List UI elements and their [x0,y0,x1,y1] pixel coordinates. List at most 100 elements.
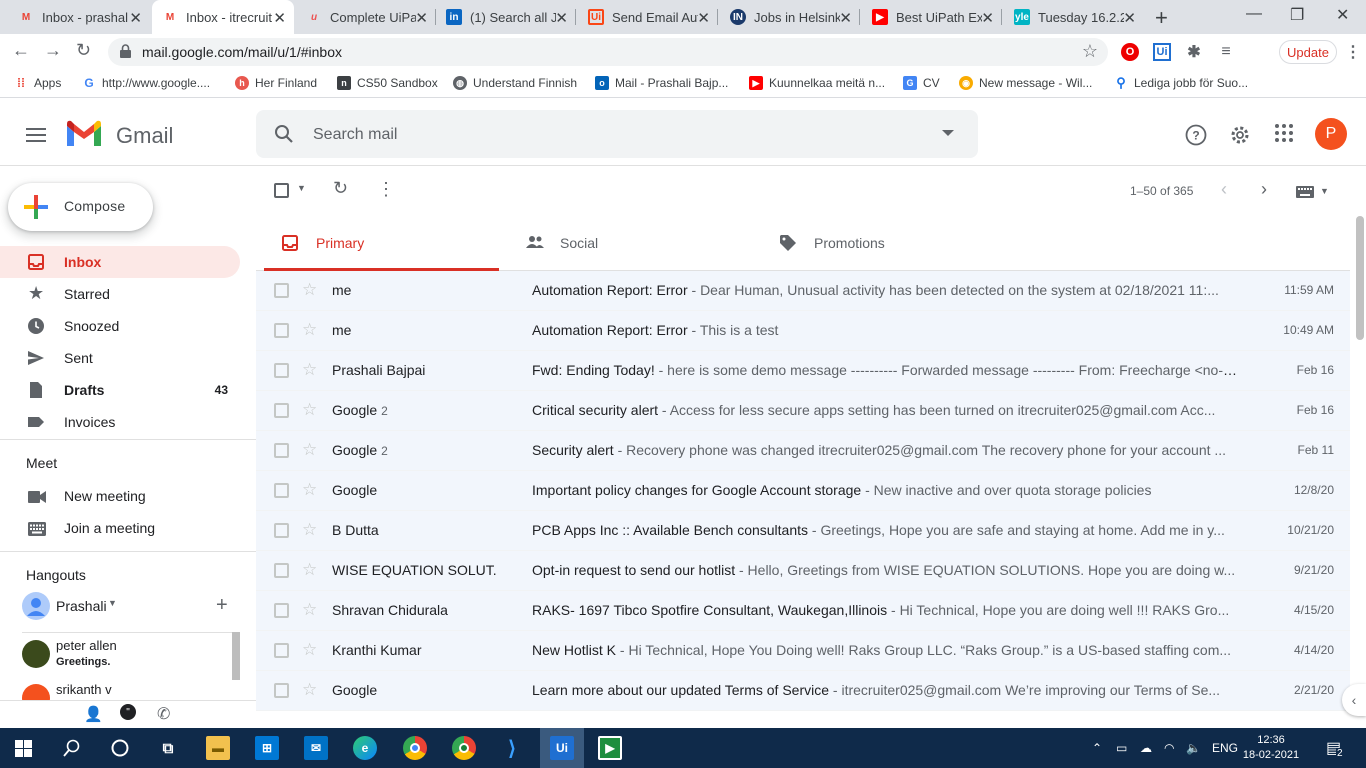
bookmark-lediga-jobb[interactable]: ⚲ Lediga jobb för Suo... [1114,75,1248,90]
close-tab-icon[interactable]: ✕ [839,9,852,27]
person-icon[interactable]: 👤 [84,705,103,723]
new-tab-icon[interactable]: + [1155,5,1168,31]
close-tab-icon[interactable]: ✕ [981,9,994,27]
email-row[interactable]: ☆ Prashali Bajpai Fwd: Ending Today! - h… [256,351,1350,391]
row-checkbox[interactable] [274,643,289,658]
browser-tab[interactable]: in (1) Search all Jobs ✕ [436,0,576,34]
cortana-icon[interactable] [111,739,129,757]
chrome-profile-icon[interactable] [452,736,476,760]
google-apps-icon[interactable] [1275,124,1293,142]
minimize-icon[interactable]: — [1246,5,1262,23]
star-icon[interactable]: ☆ [302,560,317,580]
email-row[interactable]: ☆ Google 2 Critical security alert - Acce… [256,391,1350,431]
bookmark-cv[interactable]: G CV [903,76,940,90]
star-icon[interactable]: ☆ [302,360,317,380]
select-dropdown-icon[interactable]: ▼ [297,183,306,193]
star-icon[interactable]: ☆ [302,640,317,660]
store-icon[interactable]: ⊞ [255,736,279,760]
hangouts-contact[interactable]: srikanth v [22,680,232,700]
file-explorer-icon[interactable]: ▬ [206,736,230,760]
reload-icon[interactable]: ↻ [76,40,91,61]
row-checkbox[interactable] [274,563,289,578]
edge-icon[interactable]: e [353,736,377,760]
input-tools-dropdown-icon[interactable]: ▼ [1320,186,1329,196]
newer-page-icon[interactable]: ‹ [1221,179,1227,200]
select-all-checkbox[interactable] [274,183,289,198]
browser-tab[interactable]: M Inbox - prashali ✕ [8,0,150,34]
uipath-studio-icon[interactable]: Ui [550,736,574,760]
account-avatar[interactable]: P [1315,118,1347,150]
email-row[interactable]: ☆ me Automation Report: Error - This is … [256,311,1350,351]
row-checkbox[interactable] [274,483,289,498]
refresh-icon[interactable]: ↻ [333,178,348,199]
uipath-extension-icon[interactable]: Ui [1153,43,1171,61]
close-tab-icon[interactable]: ✕ [415,9,428,27]
close-window-icon[interactable]: ✕ [1336,5,1349,25]
opera-extension-icon[interactable]: O [1121,43,1139,61]
star-icon[interactable]: ☆ [302,320,317,340]
volume-icon[interactable]: 🔈 [1186,741,1201,755]
bookmark-mail-prashali[interactable]: o Mail - Prashali Bajp... [595,76,728,90]
hangouts-contact[interactable]: peter allen Greetings. [22,638,232,672]
star-icon[interactable]: ☆ [302,440,317,460]
star-icon[interactable]: ☆ [302,400,317,420]
email-row[interactable]: ☆ B Dutta PCB Apps Inc :: Available Benc… [256,511,1350,551]
main-scrollbar[interactable] [1354,214,1366,728]
star-icon[interactable]: ☆ [302,520,317,540]
row-checkbox[interactable] [274,523,289,538]
row-checkbox[interactable] [274,683,289,698]
star-icon[interactable]: ☆ [302,600,317,620]
close-tab-icon[interactable]: ✕ [129,9,142,27]
row-checkbox[interactable] [274,403,289,418]
address-bar[interactable]: mail.google.com/mail/u/1/#inbox ☆ [108,38,1108,66]
sidebar-item-starred[interactable]: ★ Starred [0,278,240,310]
chevron-down-icon[interactable]: ▼ [108,598,117,608]
forward-icon[interactable]: → [44,40,62,61]
settings-gear-icon[interactable] [1229,124,1251,146]
back-icon[interactable]: ← [12,40,30,61]
row-checkbox[interactable] [274,603,289,618]
bookmark-her-finland[interactable]: h Her Finland [235,76,317,90]
email-row[interactable]: ☆ Kranthi Kumar New Hotlist K - Hi Techn… [256,631,1350,671]
task-view-icon[interactable]: ⧉ [156,736,180,760]
restore-icon[interactable]: ❐ [1290,5,1304,25]
browser-tab[interactable]: u Complete UiPath ✕ [296,0,436,34]
email-row[interactable]: ☆ Google 2 Security alert - Recovery phon… [256,431,1350,471]
windows-start-icon[interactable] [15,740,32,757]
sidebar-item-invoices[interactable]: Invoices [0,406,240,438]
tray-overflow-icon[interactable]: ⌃ [1092,741,1102,755]
search-icon[interactable] [63,739,81,757]
update-button[interactable]: Update [1279,40,1337,64]
more-options-icon[interactable]: ⋮ [377,179,395,200]
star-icon[interactable]: ☆ [302,480,317,500]
sidebar-item-inbox[interactable]: Inbox [0,246,240,278]
vscode-icon[interactable]: ⟩ [500,736,524,760]
input-tools-keyboard-icon[interactable] [1296,186,1314,198]
scrollbar-thumb[interactable] [1356,216,1364,340]
show-side-panel-icon[interactable]: ‹ [1342,684,1366,716]
tab-primary[interactable]: Primary [264,216,499,271]
wifi-icon[interactable]: ◠ [1164,741,1174,755]
cloud-icon[interactable]: ☁ [1140,741,1152,755]
search-icon[interactable] [274,124,294,144]
bookmark-youtube[interactable]: ▶ Kuunnelkaa meitä n... [749,76,885,90]
close-tab-icon[interactable]: ✕ [697,9,710,27]
close-tab-icon[interactable]: ✕ [273,9,286,27]
close-tab-icon[interactable]: ✕ [1123,9,1136,27]
phone-icon[interactable]: ✆ [157,704,170,724]
older-page-icon[interactable]: › [1261,179,1267,200]
email-row[interactable]: ☆ Google Learn more about our updated Te… [256,671,1350,711]
row-checkbox[interactable] [274,283,289,298]
uipath-assistant-icon[interactable]: ▶ [598,736,622,760]
hangouts-user[interactable]: Prashali ▼ + [22,592,242,620]
chrome-icon[interactable] [403,736,427,760]
sidebar-item-sent[interactable]: Sent [0,342,240,374]
browser-tab[interactable]: IN Jobs in Helsinki ✕ [720,0,860,34]
extensions-puzzle-icon[interactable]: ✱ [1185,43,1203,61]
hangouts-chat-icon[interactable]: " [120,704,136,720]
clock[interactable]: 12:36 18-02-2021 [1240,733,1302,763]
bookmark-finnish[interactable]: ◍ Understand Finnish [453,76,577,90]
main-menu-icon[interactable] [26,128,46,146]
browser-tab[interactable]: yle Tuesday 16.2.2 ✕ [1004,0,1144,34]
browser-tab[interactable]: ▶ Best UiPath Exp ✕ [862,0,1002,34]
